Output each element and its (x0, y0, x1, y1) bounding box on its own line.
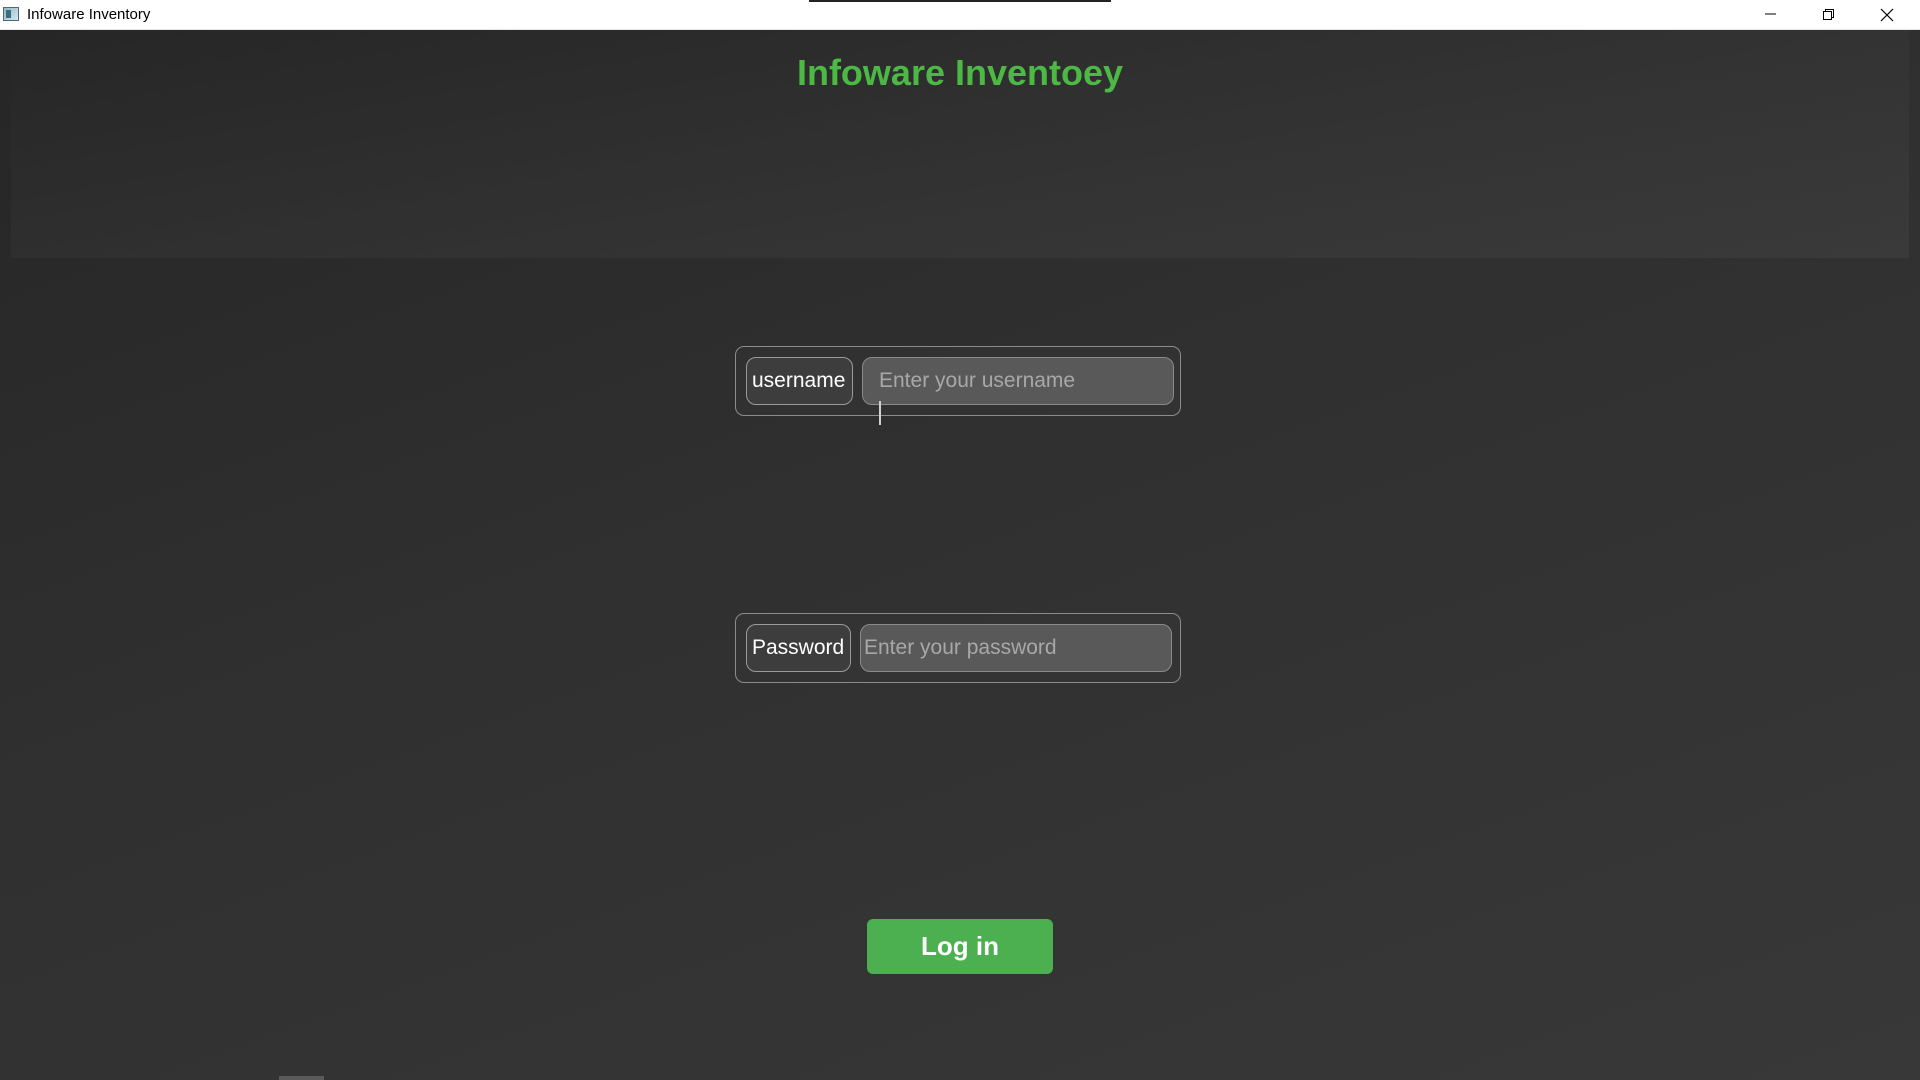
bottom-scroll-indicator (279, 1076, 324, 1080)
restore-button[interactable] (1800, 0, 1858, 29)
password-group: Password (735, 613, 1181, 683)
minimize-button[interactable] (1742, 0, 1800, 29)
app-window: Infoware Inventory Infoware Inventoey us… (0, 0, 1920, 1080)
username-label: username (746, 357, 853, 405)
username-group: username (735, 346, 1181, 416)
title-bar[interactable]: Infoware Inventory (0, 0, 1920, 30)
close-button[interactable] (1858, 0, 1916, 29)
app-icon (3, 7, 19, 21)
password-input[interactable] (860, 624, 1172, 672)
login-button[interactable]: Log in (867, 919, 1053, 974)
password-label: Password (746, 624, 851, 672)
username-input[interactable] (862, 357, 1174, 405)
text-cursor (879, 401, 881, 425)
app-title: Infoware Inventoey (796, 52, 1124, 93)
window-title: Infoware Inventory (27, 6, 151, 23)
title-bar-accent (809, 0, 1111, 2)
minimize-icon (1765, 13, 1776, 15)
close-icon (1880, 8, 1894, 22)
maximize-icon (1823, 9, 1834, 20)
